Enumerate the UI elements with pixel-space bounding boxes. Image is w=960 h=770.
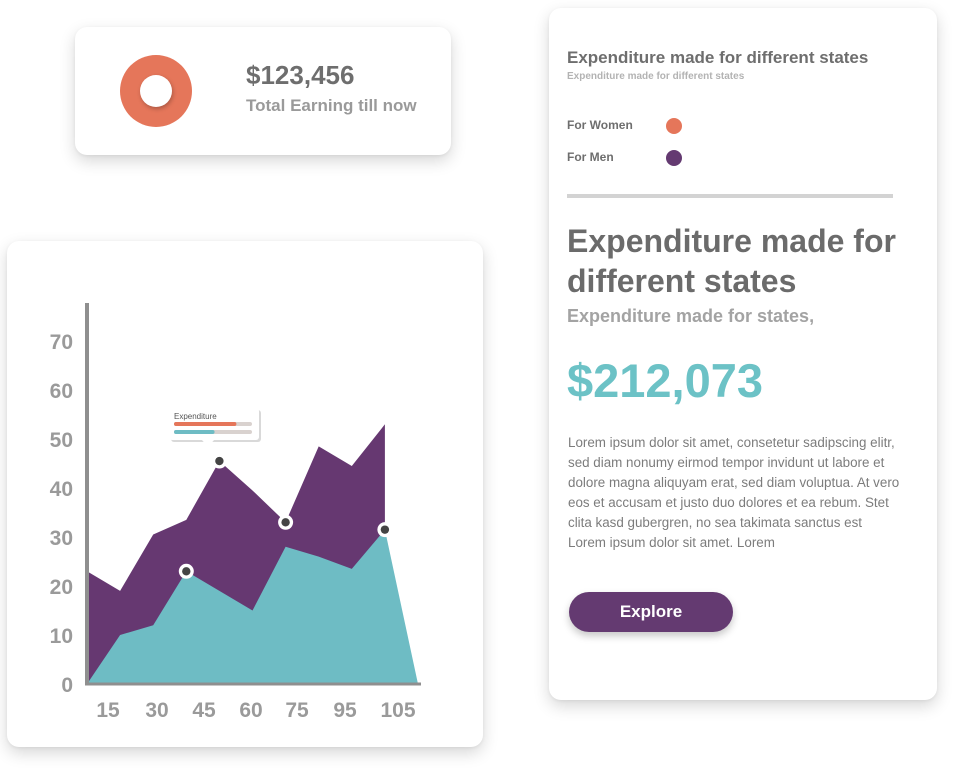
tooltip-pointer — [202, 440, 214, 447]
earnings-card: $123,456 Total Earning till now — [75, 27, 451, 155]
tooltip-label: Expenditure — [174, 412, 217, 421]
y-tick-label: 30 — [50, 527, 73, 550]
data-marker-dot — [215, 456, 224, 466]
expenditure-chart-card: 0 10 20 30 40 50 60 70 15 30 45 60 75 95 105 Expenditur… — [7, 241, 483, 747]
data-marker-dot — [380, 525, 390, 534]
tooltip-bar-fill — [174, 422, 237, 426]
expenditure-amount: $212,073 — [567, 354, 764, 407]
earnings-label: Total Earning till now — [246, 96, 417, 115]
legend-dot-women — [666, 118, 682, 134]
info-small-title: Expenditure made for different states — [567, 48, 869, 67]
area-chart: 0 10 20 30 40 50 60 70 15 30 45 60 75 95 105 Expenditur… — [50, 303, 421, 722]
data-marker-dot — [182, 567, 191, 576]
x-tick-label: 75 — [285, 699, 309, 722]
y-tick-label: 70 — [50, 331, 73, 354]
x-tick-label: 60 — [239, 699, 262, 722]
explore-button[interactable]: Explore — [569, 592, 733, 632]
x-tick-label: 105 — [380, 699, 415, 722]
x-tick-label: 30 — [145, 699, 168, 722]
legend-label-men: For Men — [567, 150, 614, 164]
y-tick-label: 50 — [50, 429, 73, 452]
x-tick-label: 45 — [192, 699, 216, 722]
earnings-amount: $123,456 — [246, 60, 355, 90]
divider — [567, 194, 893, 198]
legend-item-women: For Women — [567, 117, 717, 135]
x-tick-label: 15 — [96, 699, 120, 722]
y-tick-label: 40 — [50, 478, 73, 501]
page-subtitle: Expenditure made for states, — [567, 306, 815, 326]
y-tick-label: 60 — [50, 380, 73, 403]
legend-label-women: For Women — [567, 118, 633, 132]
page-title: Expenditure made for different states — [567, 223, 896, 299]
x-tick-label: 95 — [333, 699, 357, 722]
data-marker-dot — [281, 518, 290, 527]
info-card: Expenditure made for different states Ex… — [549, 8, 937, 700]
legend-dot-men — [666, 150, 682, 166]
y-tick-label: 20 — [50, 576, 73, 599]
info-small-subtitle: Expenditure made for different states — [567, 71, 745, 82]
tooltip-bar-fill — [174, 430, 215, 434]
description-text: Lorem ipsum dolor sit amet, consetetur s… — [568, 435, 900, 550]
donut-chart-icon — [120, 55, 192, 127]
y-tick-label: 0 — [61, 674, 73, 697]
y-tick-label: 10 — [50, 625, 73, 648]
legend-item-men: For Men — [567, 149, 717, 167]
